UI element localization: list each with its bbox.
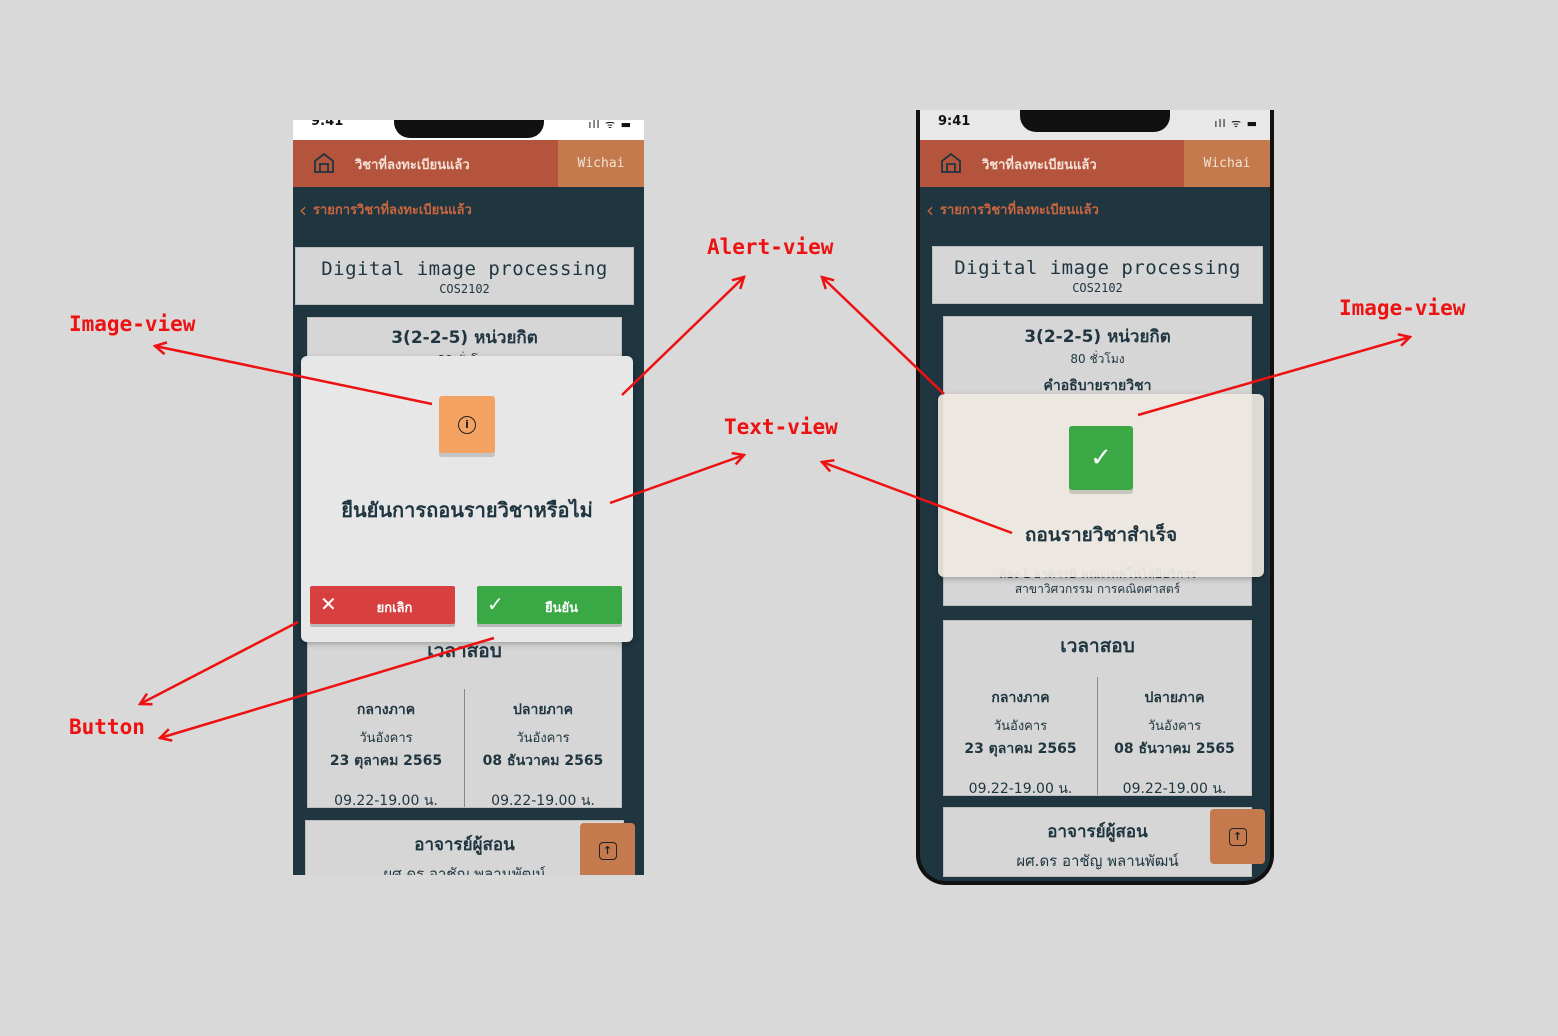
label-image-view-left: Image-view bbox=[69, 312, 196, 336]
arrow-image-view-right bbox=[1137, 337, 1410, 417]
label-button: Button bbox=[69, 715, 145, 739]
label-text-view: Text-view bbox=[724, 415, 838, 439]
arrow-button-confirm bbox=[160, 636, 495, 738]
arrow-button-cancel bbox=[140, 620, 299, 704]
arrow-alert-left bbox=[621, 277, 744, 396]
arrow-alert-right bbox=[822, 277, 945, 395]
label-alert-view: Alert-view bbox=[707, 235, 834, 259]
arrow-image-view-left bbox=[155, 346, 433, 406]
arrow-text-right bbox=[822, 462, 1013, 535]
annotation-arrows bbox=[0, 0, 1558, 1036]
arrow-text-left bbox=[609, 455, 744, 505]
label-image-view-right: Image-view bbox=[1339, 296, 1466, 320]
